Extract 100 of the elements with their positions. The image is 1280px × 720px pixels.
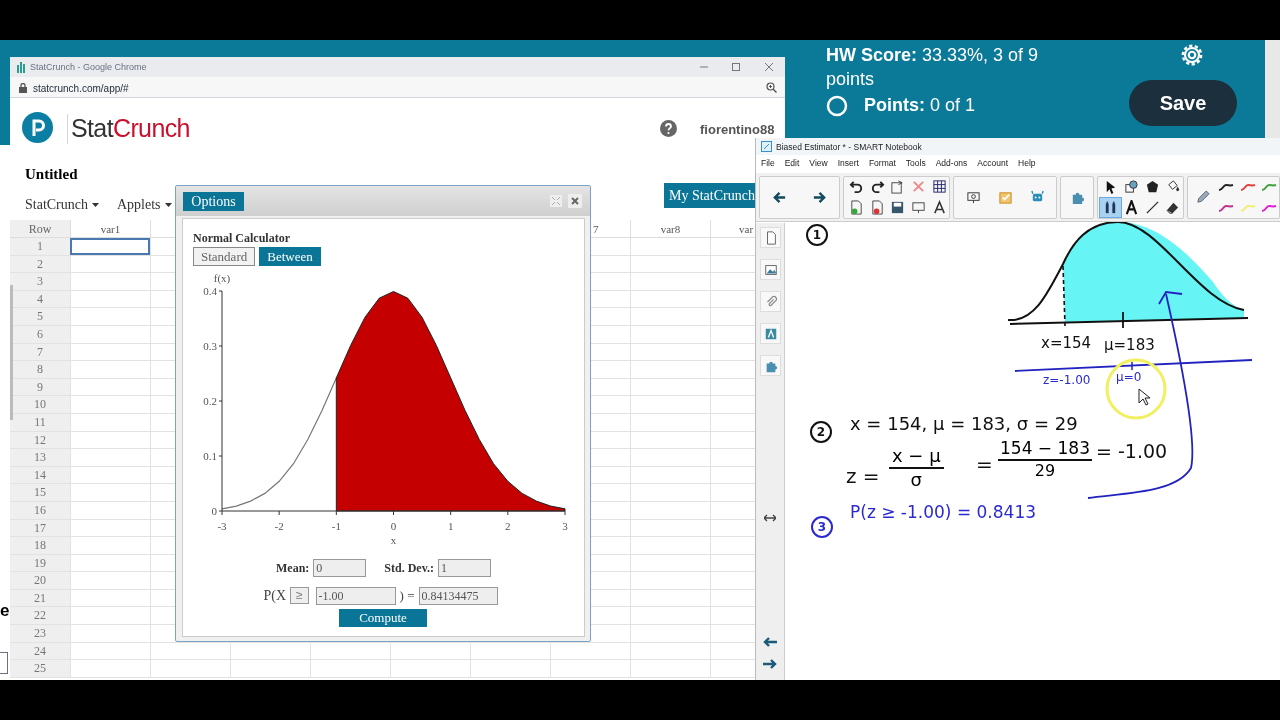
- tick-label: 0.3: [203, 340, 217, 352]
- polygon-icon: [1144, 179, 1160, 194]
- save-icon: [890, 200, 906, 215]
- clipboard-icon: [890, 179, 906, 194]
- pen-icon: [1195, 189, 1211, 205]
- page-text: e: [0, 602, 10, 619]
- x-value-field[interactable]: -1.00: [315, 586, 396, 605]
- menu-item[interactable]: View: [809, 157, 828, 170]
- menu-item[interactable]: Tools: [905, 157, 926, 170]
- tick-label: 1: [447, 520, 454, 532]
- tick-label: 3: [562, 520, 568, 532]
- row-number: 22: [10, 607, 70, 625]
- tick-label: -3: [217, 520, 227, 532]
- axis-label: f(x): [213, 272, 231, 284]
- addons-tab[interactable]: [760, 355, 781, 376]
- marker-button[interactable]: [1099, 197, 1123, 218]
- menu-item[interactable]: Insert: [837, 157, 859, 170]
- step-number: 1: [806, 224, 828, 246]
- window-title: Biased Estimator * - SMART Notebook: [776, 141, 922, 154]
- expand-icon[interactable]: [550, 195, 562, 207]
- lock-icon: [19, 83, 27, 93]
- gallery-tab[interactable]: [760, 259, 781, 280]
- monitor-icon: [965, 189, 981, 205]
- menu-item[interactable]: StatCrunch: [25, 194, 99, 215]
- std-dev-field[interactable]: 1: [438, 559, 491, 577]
- handwritten-text: z=-1.00: [1043, 374, 1091, 386]
- row-number: 3: [10, 273, 70, 290]
- left-arrow-icon[interactable]: [763, 637, 777, 647]
- help-icon[interactable]: [660, 120, 677, 137]
- tab[interactable]: Between: [259, 247, 321, 266]
- text-tool-icon: [1124, 200, 1139, 215]
- menu-item[interactable]: Applets: [117, 194, 172, 215]
- handwritten-text: x=154: [1041, 336, 1092, 351]
- caret-icon: [92, 202, 99, 207]
- scrollbar[interactable]: [1265, 40, 1280, 138]
- axis-label: x: [390, 534, 397, 546]
- handwritten-text: z =: [846, 466, 880, 486]
- handwritten-text: P(z ≥ -1.00) = 0.8413: [850, 504, 1036, 521]
- zoom-icon[interactable]: [766, 82, 777, 93]
- handwritten-text: x = 154, μ = 183, σ = 29: [850, 415, 1078, 433]
- mean-field[interactable]: 0: [313, 559, 367, 577]
- fraction: x − μ σ: [889, 447, 944, 489]
- properties-icon: [763, 326, 778, 341]
- handwritten-text: μ=0: [1116, 371, 1142, 383]
- fill-icon: [1165, 179, 1181, 194]
- menu-item[interactable]: File: [761, 157, 775, 170]
- resize-icon[interactable]: [764, 514, 776, 522]
- page-sorter-tab[interactable]: [760, 227, 781, 248]
- table-icon: [931, 179, 947, 194]
- menu-item[interactable]: Format: [868, 157, 896, 170]
- row-number: 5: [10, 308, 70, 325]
- gallery-icon: [763, 262, 778, 277]
- step-number: 2: [810, 421, 832, 443]
- compute-button[interactable]: Compute: [339, 609, 427, 627]
- row-number: 18: [10, 537, 70, 554]
- document-title: Untitled: [25, 165, 78, 184]
- table-cell[interactable]: [70, 238, 150, 255]
- tick-label: -1: [331, 520, 341, 532]
- redo-icon: [869, 179, 885, 194]
- column-header: Row: [10, 220, 70, 237]
- column-header: var8: [659, 222, 682, 237]
- add-page-icon: [849, 200, 865, 215]
- handwritten-text: = -1.00: [1096, 442, 1168, 461]
- settings-icon[interactable]: [1179, 42, 1205, 68]
- save-button[interactable]: Save: [1129, 80, 1237, 126]
- menu-item[interactable]: Account: [977, 157, 1009, 170]
- shapes-icon: [1124, 179, 1139, 194]
- handwritten-text: μ=183: [1104, 338, 1155, 353]
- delete-page-icon: [869, 200, 885, 215]
- result-field[interactable]: 0.84134475: [418, 586, 498, 605]
- operator-button[interactable]: ≥: [290, 587, 309, 604]
- tick-label: 0.4: [203, 285, 217, 297]
- logo-icon: [22, 112, 53, 143]
- app-icon: [17, 61, 27, 73]
- window-title: StatCrunch - Google Chrome: [30, 61, 147, 74]
- right-arrow-icon[interactable]: [763, 659, 777, 669]
- properties-tab[interactable]: [760, 323, 781, 344]
- menu-item[interactable]: Add-ons: [935, 157, 968, 170]
- line-icon: [1144, 200, 1160, 215]
- column-header: var1: [99, 222, 122, 237]
- maximize-icon[interactable]: [731, 62, 741, 72]
- attachment-tab[interactable]: [760, 291, 781, 312]
- tab[interactable]: Standard: [193, 247, 256, 266]
- calculator-heading: Normal Calculator: [193, 230, 290, 247]
- menu-item[interactable]: Edit: [784, 157, 800, 170]
- address-bar[interactable]: statcrunch.com/app/#: [33, 81, 129, 96]
- menu-item[interactable]: Help: [1018, 157, 1036, 170]
- options-button[interactable]: Options: [183, 192, 244, 211]
- step-number: 3: [811, 516, 833, 538]
- brand-name: StatCrunch: [71, 113, 190, 143]
- probability-label: P(X: [263, 587, 286, 605]
- close-icon[interactable]: [568, 194, 582, 208]
- row-number: 25: [10, 660, 70, 677]
- cursor-icon: [1138, 388, 1150, 406]
- row-number: 1: [10, 238, 70, 255]
- username[interactable]: fiorentino88: [700, 120, 775, 140]
- row-number: 23: [10, 625, 70, 642]
- close-icon[interactable]: [764, 62, 774, 72]
- back-icon: [772, 189, 788, 205]
- points-text: Points: 0 of 1: [864, 94, 976, 117]
